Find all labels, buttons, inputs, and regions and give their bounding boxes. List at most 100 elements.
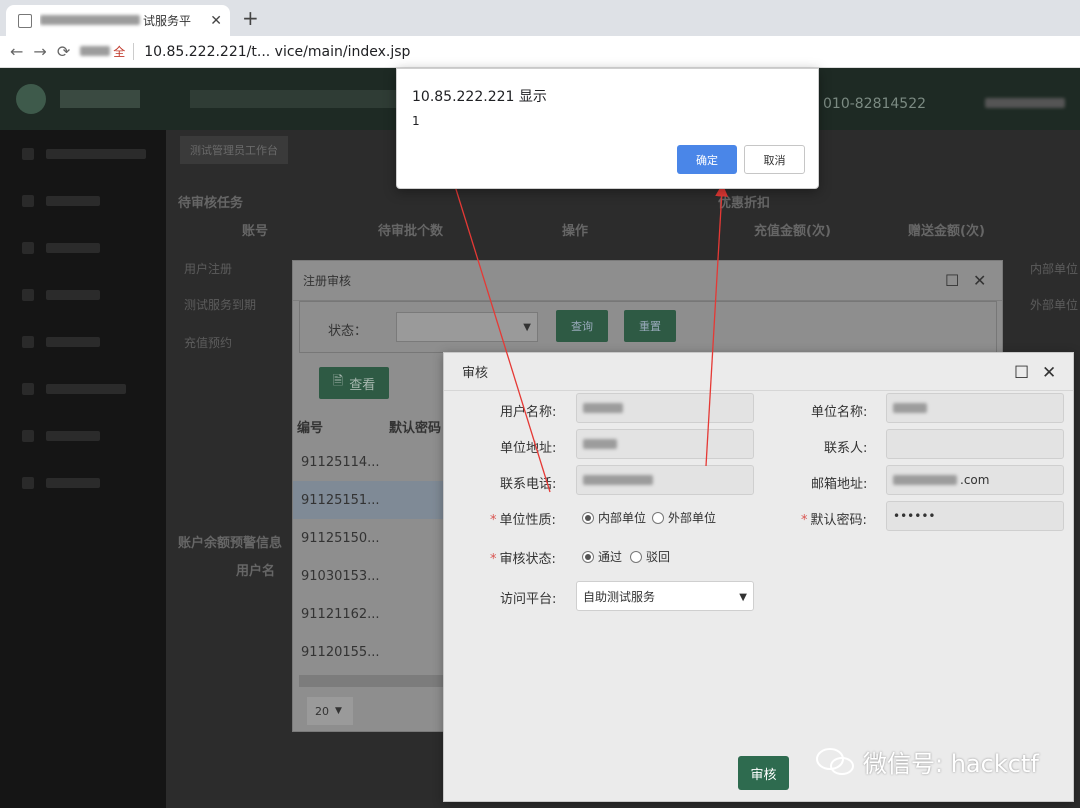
browser-tab[interactable]: 试服务平 ✕ xyxy=(6,5,230,36)
sidebar-item[interactable] xyxy=(0,177,166,224)
view-button-label: 查看 xyxy=(349,377,376,393)
contact-field[interactable] xyxy=(886,429,1064,459)
audit-status-pass-radio[interactable]: 通过 xyxy=(582,548,622,565)
task-row[interactable]: 用户注册 xyxy=(184,260,232,277)
welcome-user[interactable] xyxy=(985,96,1068,112)
alert-cancel-button[interactable]: 取消 xyxy=(744,145,805,174)
menu-icon xyxy=(22,194,34,207)
audit-status-label: 审核状态: xyxy=(499,552,556,567)
audit-dialog: 审核 ☐ ✕ 用户名称: 单位名称: 单位地址: 联系人: 联系电话: 邮箱地址… xyxy=(443,352,1074,802)
sidebar-item[interactable] xyxy=(0,459,166,506)
table-row[interactable]: 91030153... xyxy=(293,557,443,595)
radio-label: 外部单位 xyxy=(668,511,717,525)
reload-icon[interactable]: ⟳ xyxy=(57,42,70,61)
unit-type-label: 单位性质: xyxy=(499,513,556,528)
email-suffix: .com xyxy=(960,473,990,487)
sidebar-item[interactable] xyxy=(0,130,166,177)
sidebar-item[interactable] xyxy=(0,365,166,412)
radio-unchecked-icon xyxy=(630,550,642,563)
radio-label: 内部单位 xyxy=(598,511,647,525)
user-name-field[interactable] xyxy=(576,393,754,423)
tab-close-icon[interactable]: ✕ xyxy=(210,13,222,29)
breadcrumb[interactable]: 测试管理员工作台 xyxy=(180,136,288,164)
forward-icon[interactable]: → xyxy=(33,42,46,61)
menu-icon xyxy=(22,476,34,489)
browser-tabbar: 试服务平 ✕ + xyxy=(0,0,1080,36)
maximize-icon[interactable]: ☐ xyxy=(1014,363,1029,383)
url-input[interactable]: 10.85.222.221/t... vice/main/index.jsp xyxy=(144,44,410,60)
dialog-title: 注册审核 xyxy=(303,274,352,288)
table-row[interactable]: 91125150... xyxy=(293,519,443,557)
new-tab-icon[interactable]: + xyxy=(242,6,259,30)
radio-label: 通过 xyxy=(598,550,623,564)
table-header: 赠送金额(次) xyxy=(908,224,985,239)
dialog-title: 审核 xyxy=(462,366,489,381)
unit-address-field[interactable] xyxy=(576,429,754,459)
table-row[interactable]: 91121162... xyxy=(293,595,443,633)
alert-ok-button[interactable]: 确定 xyxy=(677,145,737,174)
sidebar-item[interactable] xyxy=(0,318,166,365)
phone-label: 联系电话: xyxy=(500,477,557,492)
email-label: 邮箱地址: xyxy=(811,477,868,492)
status-select[interactable]: ▼ xyxy=(396,312,538,342)
close-icon[interactable]: ✕ xyxy=(973,271,986,290)
back-icon[interactable]: ← xyxy=(10,42,23,61)
unit-name-field[interactable] xyxy=(886,393,1064,423)
platform-label: 访问平台: xyxy=(500,592,557,607)
reset-button[interactable]: 重置 xyxy=(624,310,676,342)
chevron-down-icon: ▼ xyxy=(523,322,531,333)
platform-select[interactable]: 自助测试服务 ▼ xyxy=(576,581,754,611)
pending-tasks-title: 待审核任务 xyxy=(178,196,244,211)
filter-form: 状态： ▼ 查询 重置 xyxy=(299,301,997,353)
address-bar: ← → ⟳ 全 10.85.222.221/t... vice/main/ind… xyxy=(0,36,1080,68)
task-row[interactable]: 测试服务到期 xyxy=(184,296,256,313)
view-button[interactable]: 🗎 查看 xyxy=(319,367,389,399)
menu-icon xyxy=(22,241,34,254)
security-indicator[interactable]: 全 xyxy=(113,45,125,59)
menu-icon xyxy=(22,335,34,348)
unit-type-external-radio[interactable]: 外部单位 xyxy=(652,509,716,526)
menu-icon xyxy=(22,429,34,442)
table-header: 充值金额(次) xyxy=(754,224,831,239)
table-header: 待审批个数 xyxy=(378,224,444,239)
audit-status-reject-radio[interactable]: 驳回 xyxy=(630,548,670,565)
watermark: 微信号: hackctf xyxy=(815,744,1039,779)
table-row-selected[interactable]: 91125151... xyxy=(293,481,443,519)
task-row[interactable]: 充值预约 xyxy=(184,334,232,351)
sidebar-item[interactable] xyxy=(0,412,166,459)
sidebar-item[interactable] xyxy=(0,224,166,271)
email-field[interactable]: .com xyxy=(886,465,1064,495)
contact-label: 联系人: xyxy=(824,441,868,456)
table-row[interactable]: 91120155... xyxy=(293,633,443,671)
sidebar xyxy=(0,130,166,808)
column-header-id: 编号 xyxy=(297,421,324,436)
table-header: 账号 xyxy=(242,224,269,239)
radio-checked-icon xyxy=(582,511,594,524)
close-icon[interactable]: ✕ xyxy=(1042,363,1056,383)
table-header: 操作 xyxy=(562,224,589,239)
horizontal-scrollbar[interactable] xyxy=(299,675,444,687)
radio-unchecked-icon xyxy=(652,511,664,524)
unit-type-internal-radio[interactable]: 内部单位 xyxy=(582,509,646,526)
unit-type-cell: 外部单位 xyxy=(1030,298,1079,312)
document-icon: 🗎 xyxy=(332,374,344,389)
default-password-field[interactable]: •••••• xyxy=(886,501,1064,531)
query-button[interactable]: 查询 xyxy=(556,310,608,342)
user-name-label: 用户名称: xyxy=(500,405,557,420)
unit-type-cell: 内部单位 xyxy=(1030,262,1079,276)
unit-name-label: 单位名称: xyxy=(811,405,868,420)
menu-icon xyxy=(22,288,34,301)
table-row[interactable]: 91125114... xyxy=(293,443,443,481)
page-size-value: 20 xyxy=(315,704,329,718)
maximize-icon[interactable]: ☐ xyxy=(945,271,959,290)
phone-field[interactable] xyxy=(576,465,754,495)
watermark-text: 微信号: hackctf xyxy=(863,750,1039,778)
page-size-select[interactable]: 20 ▼ xyxy=(307,697,353,725)
chevron-down-icon: ▼ xyxy=(739,592,747,603)
column-header-password: 默认密码 xyxy=(389,421,442,436)
balance-warning-title: 账户余额预警信息 xyxy=(178,536,283,551)
sidebar-item[interactable] xyxy=(0,271,166,318)
unit-address-label: 单位地址: xyxy=(500,441,557,456)
tab-title: 试服务平 xyxy=(143,14,192,28)
audit-submit-button[interactable]: 审核 xyxy=(738,756,789,790)
